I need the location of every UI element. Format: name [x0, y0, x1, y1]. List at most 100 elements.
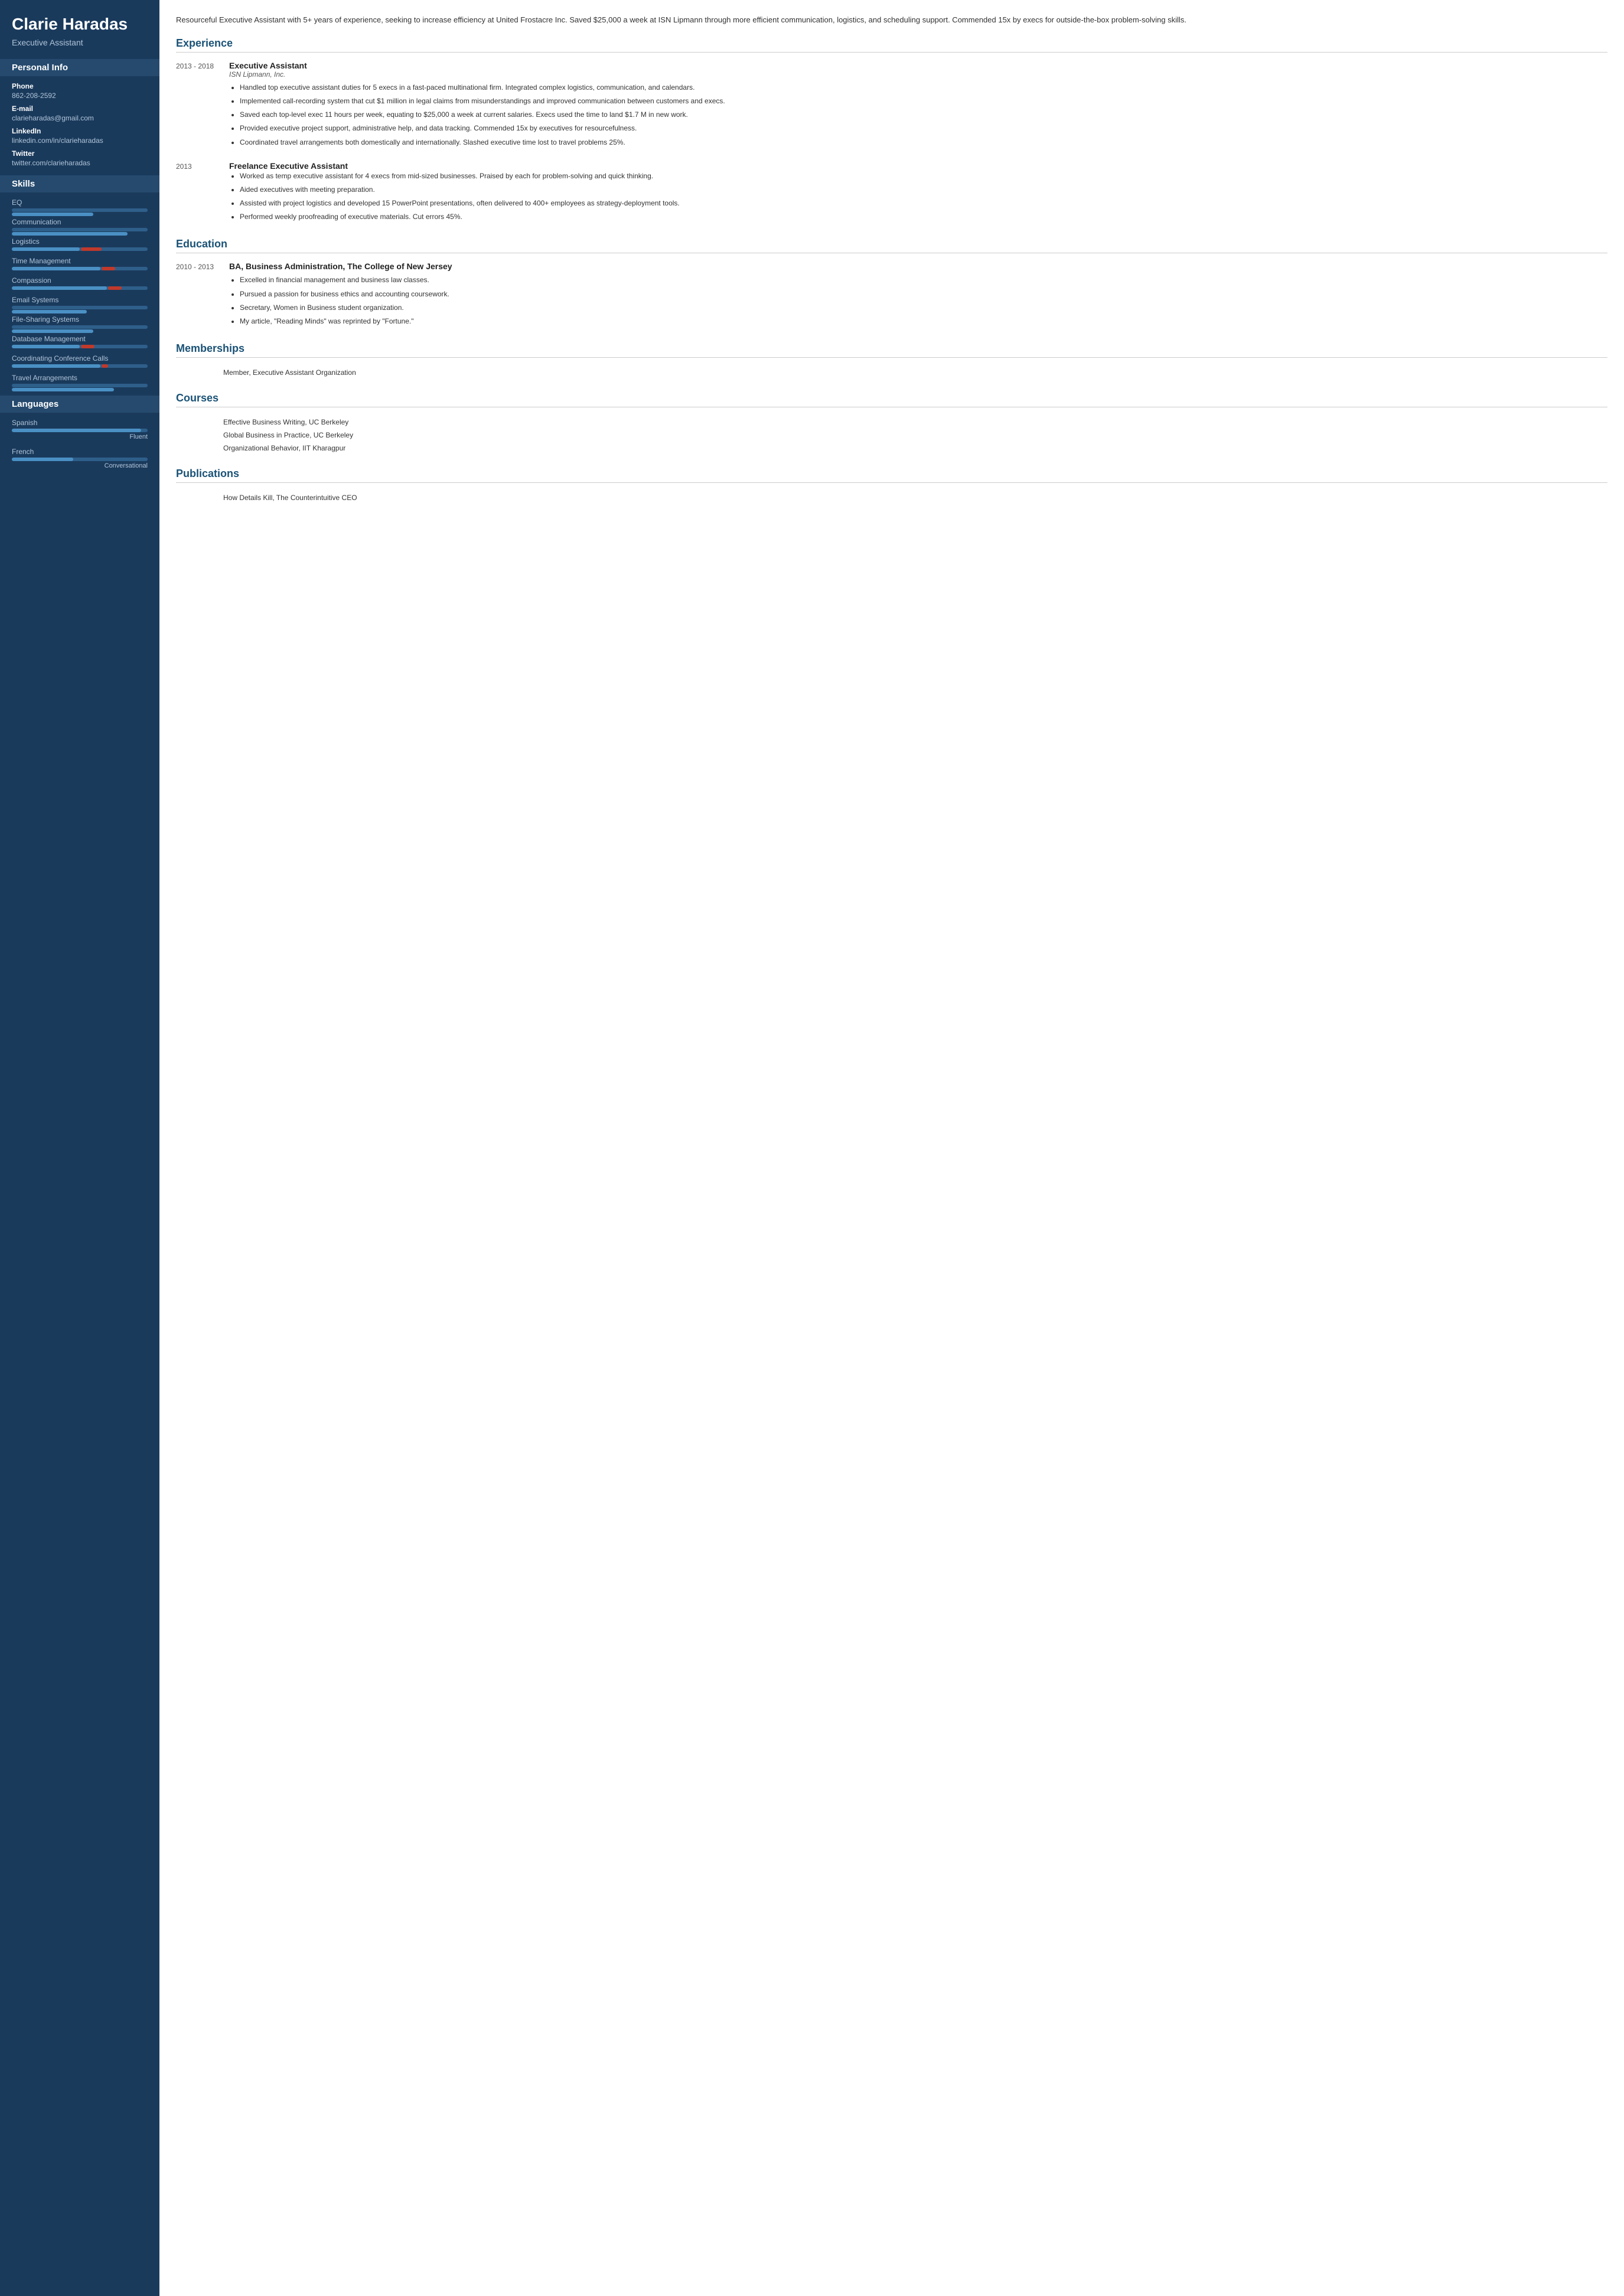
skill-bar-background	[12, 364, 148, 368]
courses-heading: Courses	[176, 392, 1607, 407]
skill-item: Travel Arrangements	[12, 374, 148, 387]
experience-bullet: Handled top executive assistant duties f…	[240, 82, 1607, 93]
experience-list: 2013 - 2018Executive AssistantISN Lipman…	[176, 61, 1607, 226]
skill-bar-fill	[12, 345, 80, 348]
phone-block: Phone 862-208-2592	[12, 82, 148, 100]
experience-date: 2013 - 2018	[176, 61, 229, 151]
sidebar: Clarie Haradas Executive Assistant Perso…	[0, 0, 159, 2296]
publication-item: How Details Kill, The Counterintuitive C…	[223, 491, 1607, 504]
experience-block: 2013 - 2018Executive AssistantISN Lipman…	[176, 61, 1607, 151]
skill-item: Communication	[12, 218, 148, 231]
language-bar-background	[12, 458, 148, 461]
candidate-title: Executive Assistant	[12, 38, 148, 47]
experience-bullet: Saved each top-level exec 11 hours per w…	[240, 109, 1607, 120]
language-level: Fluent	[12, 433, 148, 440]
education-heading: Education	[176, 238, 1607, 253]
skill-item: Email Systems	[12, 296, 148, 309]
experience-bullets: Worked as temp executive assistant for 4…	[229, 171, 1607, 223]
memberships-list: Member, Executive Assistant Organization	[176, 366, 1607, 379]
summary: Resourceful Executive Assistant with 5+ …	[176, 14, 1607, 27]
phone-label: Phone	[12, 82, 148, 90]
memberships-section: Memberships Member, Executive Assistant …	[176, 342, 1607, 379]
education-degree: BA, Business Administration, The College…	[229, 262, 1607, 271]
skill-item: File-Sharing Systems	[12, 315, 148, 329]
skill-name: Time Management	[12, 257, 148, 265]
education-bullet: My article, "Reading Minds" was reprinte…	[240, 316, 1607, 327]
language-level: Conversational	[12, 462, 148, 469]
skill-bar-fill	[12, 388, 114, 391]
experience-bullet: Worked as temp executive assistant for 4…	[240, 171, 1607, 182]
experience-company: ISN Lipmann, Inc.	[229, 70, 1607, 79]
language-name: Spanish	[12, 419, 148, 427]
education-list: 2010 - 2013BA, Business Administration, …	[176, 262, 1607, 329]
experience-bullet: Implemented call-recording system that c…	[240, 96, 1607, 107]
education-section: Education 2010 - 2013BA, Business Admini…	[176, 238, 1607, 329]
skill-name: Database Management	[12, 335, 148, 343]
candidate-name: Clarie Haradas	[12, 14, 148, 34]
skill-item: Database Management	[12, 335, 148, 348]
skill-bar-fill	[12, 232, 128, 236]
twitter-label: Twitter	[12, 149, 148, 158]
education-content: BA, Business Administration, The College…	[229, 262, 1607, 329]
education-block: 2010 - 2013BA, Business Administration, …	[176, 262, 1607, 329]
twitter-value: twitter.com/clarieharadas	[12, 159, 148, 167]
skill-name: Coordinating Conference Calls	[12, 354, 148, 362]
skill-name: File-Sharing Systems	[12, 315, 148, 324]
course-item: Effective Business Writing, UC Berkeley	[223, 416, 1607, 429]
education-bullet: Pursued a passion for business ethics an…	[240, 289, 1607, 300]
linkedin-label: LinkedIn	[12, 127, 148, 135]
skill-name: Email Systems	[12, 296, 148, 304]
skill-bar-accent	[102, 267, 115, 270]
experience-bullet: Performed weekly proofreading of executi…	[240, 211, 1607, 223]
skill-bar-accent	[102, 364, 109, 368]
language-item: French Conversational	[12, 448, 148, 469]
education-bullets: Excelled in financial management and bus…	[229, 275, 1607, 327]
education-date: 2010 - 2013	[176, 262, 229, 329]
skills-list: EQ Communication Logistics Time Management C…	[12, 198, 148, 387]
courses-list: Effective Business Writing, UC BerkeleyG…	[176, 416, 1607, 455]
personal-info-heading: Personal Info	[0, 59, 159, 76]
skill-bar-accent	[81, 345, 94, 348]
membership-item: Member, Executive Assistant Organization	[223, 366, 1607, 379]
skill-item: Logistics	[12, 237, 148, 251]
skill-item: EQ	[12, 198, 148, 212]
skill-bar-background	[12, 208, 148, 212]
skill-bar-fill	[12, 364, 100, 368]
email-label: E-mail	[12, 104, 148, 113]
skill-name: Travel Arrangements	[12, 374, 148, 382]
language-bar-fill	[12, 458, 73, 461]
skill-item: Compassion	[12, 276, 148, 290]
skill-bar-background	[12, 384, 148, 387]
skill-bar-fill	[12, 329, 93, 333]
publications-list: How Details Kill, The Counterintuitive C…	[176, 491, 1607, 504]
skill-bar-background	[12, 306, 148, 309]
skill-bar-background	[12, 267, 148, 270]
skill-bar-accent	[81, 247, 102, 251]
skill-name: Communication	[12, 218, 148, 226]
publications-heading: Publications	[176, 468, 1607, 483]
skill-bar-fill	[12, 286, 107, 290]
main-content: Resourceful Executive Assistant with 5+ …	[159, 0, 1624, 2296]
email-value: clarieharadas@gmail.com	[12, 114, 148, 122]
twitter-block: Twitter twitter.com/clarieharadas	[12, 149, 148, 167]
language-name: French	[12, 448, 148, 456]
skill-item: Time Management	[12, 257, 148, 270]
skill-name: Compassion	[12, 276, 148, 285]
publications-section: Publications How Details Kill, The Count…	[176, 468, 1607, 504]
experience-bullet: Assisted with project logistics and deve…	[240, 198, 1607, 209]
education-bullet: Secretary, Women in Business student org…	[240, 302, 1607, 313]
skill-name: EQ	[12, 198, 148, 207]
linkedin-block: LinkedIn linkedin.com/in/clarieharadas	[12, 127, 148, 145]
skill-bar-background	[12, 286, 148, 290]
languages-heading: Languages	[0, 396, 159, 413]
experience-section: Experience 2013 - 2018Executive Assistan…	[176, 37, 1607, 226]
courses-section: Courses Effective Business Writing, UC B…	[176, 392, 1607, 455]
memberships-heading: Memberships	[176, 342, 1607, 358]
experience-date: 2013	[176, 161, 229, 226]
skill-bar-fill	[12, 247, 80, 251]
course-item: Organizational Behavior, IIT Kharagpur	[223, 442, 1607, 455]
skill-item: Coordinating Conference Calls	[12, 354, 148, 368]
skill-bar-fill	[12, 213, 93, 216]
experience-bullets: Handled top executive assistant duties f…	[229, 82, 1607, 148]
language-bar-fill	[12, 429, 141, 432]
